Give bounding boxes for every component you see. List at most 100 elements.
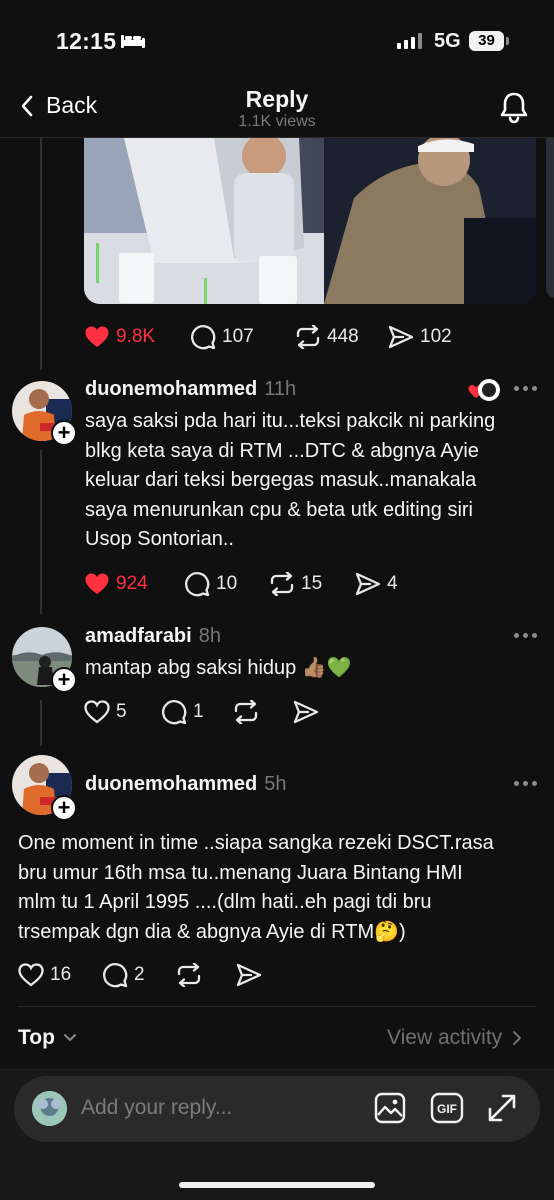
- reply-text: mantap abg saksi hidup 👍🏽💚: [85, 657, 352, 679]
- reply-composer[interactable]: Add your reply... GIF: [14, 1076, 540, 1142]
- image-icon[interactable]: [374, 1092, 406, 1124]
- photo-illustration: [84, 138, 536, 304]
- repost-icon: [296, 325, 320, 349]
- user-avatar: [32, 1091, 67, 1126]
- comment-button[interactable]: 2: [102, 962, 176, 988]
- thread-line: [40, 450, 42, 614]
- signal-icon: [397, 33, 422, 49]
- comment-count: 2: [134, 964, 145, 985]
- more-icon[interactable]: [514, 386, 537, 391]
- gif-icon[interactable]: GIF: [430, 1092, 464, 1124]
- bell-icon[interactable]: [498, 90, 530, 124]
- username: duonemohammed: [85, 773, 258, 795]
- repost-count: 15: [301, 573, 323, 594]
- views-count: 1.1K views: [238, 113, 316, 130]
- comment-count: 10: [216, 573, 238, 594]
- more-icon[interactable]: [514, 633, 537, 638]
- comment-icon: [185, 572, 210, 597]
- network-type: 5G: [434, 30, 461, 52]
- like-count: 5: [116, 701, 127, 722]
- divider: [18, 1006, 536, 1007]
- sort-label: Top: [18, 1026, 55, 1049]
- header: Back Reply 1.1K views: [0, 84, 554, 138]
- post-image[interactable]: [84, 138, 536, 304]
- repost-icon: [270, 572, 294, 596]
- repost-button[interactable]: [233, 700, 293, 724]
- like-button[interactable]: 9.8K: [84, 325, 190, 349]
- battery-tip: [506, 37, 509, 45]
- view-activity-link[interactable]: View activity: [387, 1026, 522, 1050]
- like-count: 924: [116, 573, 148, 594]
- reply-time: 11h: [264, 378, 297, 400]
- like-count: 9.8K: [116, 326, 156, 347]
- thread-line: [40, 138, 42, 370]
- expand-icon[interactable]: [486, 1092, 518, 1124]
- share-icon: [355, 572, 381, 596]
- follow-button[interactable]: +: [51, 420, 77, 446]
- author-liked-badge: [467, 379, 503, 408]
- comment-count: 1: [193, 701, 204, 722]
- reply-actions: 16 2: [18, 962, 262, 988]
- reply-text: One moment in time ..siapa sangka rezeki…: [18, 832, 494, 943]
- reply-actions: 924 10 15 4: [84, 571, 398, 597]
- share-button[interactable]: 4: [355, 572, 398, 596]
- like-button[interactable]: 5: [84, 700, 161, 724]
- comment-button[interactable]: 1: [161, 699, 233, 725]
- reply-time: 8h: [198, 625, 221, 647]
- like-button[interactable]: 16: [18, 963, 102, 987]
- home-indicator: [179, 1182, 375, 1188]
- svg-text:GIF: GIF: [437, 1102, 457, 1116]
- share-icon: [293, 700, 319, 724]
- comment-icon: [162, 700, 187, 725]
- reply-time: 5h: [264, 773, 287, 795]
- follow-button[interactable]: +: [51, 795, 77, 821]
- status-bar: 12:15 5G 39: [0, 0, 554, 84]
- share-button[interactable]: [293, 700, 319, 724]
- status-time: 12:15: [56, 28, 117, 54]
- username: amadfarabi: [85, 625, 192, 647]
- reply-text: saya saksi pda hari itu...teksi pakcik n…: [85, 410, 496, 550]
- page-title: Reply: [245, 86, 309, 112]
- more-icon[interactable]: [514, 781, 537, 786]
- share-count: 4: [387, 573, 398, 594]
- like-button[interactable]: 924: [84, 572, 184, 596]
- comment-icon: [191, 325, 216, 350]
- share-icon: [236, 963, 262, 987]
- comment-button[interactable]: 107: [190, 324, 295, 350]
- repost-icon: [234, 700, 258, 724]
- heart-icon: [85, 573, 109, 594]
- heart-icon: [468, 379, 500, 401]
- comment-icon: [103, 963, 128, 988]
- view-activity-label: View activity: [387, 1026, 503, 1049]
- comment-count: 107: [222, 326, 254, 347]
- repost-icon: [177, 963, 201, 987]
- chevron-right-icon: [513, 1031, 522, 1045]
- repost-button[interactable]: 15: [269, 572, 355, 596]
- reply-actions: 5 1: [84, 699, 319, 725]
- comment-button[interactable]: 10: [184, 571, 269, 597]
- sort-dropdown[interactable]: Top: [18, 1026, 77, 1050]
- repost-button[interactable]: 448: [295, 325, 388, 349]
- reply-author[interactable]: duonemohammed 11h: [85, 378, 296, 401]
- bed-icon: [121, 35, 145, 48]
- share-count: 102: [420, 326, 452, 347]
- share-icon: [388, 325, 414, 349]
- post-image-2[interactable]: [546, 138, 554, 298]
- battery-icon: 39: [469, 31, 504, 51]
- heart-icon: [85, 326, 109, 347]
- chevron-down-icon: [63, 1034, 76, 1041]
- thread-line: [40, 700, 42, 746]
- avatar-photo: [32, 1091, 67, 1126]
- repost-button[interactable]: [176, 963, 236, 987]
- heart-icon: [84, 700, 110, 724]
- heart-icon: [18, 963, 44, 987]
- reply-input[interactable]: Add your reply...: [81, 1096, 232, 1120]
- repost-count: 448: [327, 326, 359, 347]
- follow-button[interactable]: +: [51, 667, 77, 693]
- reply-author[interactable]: duonemohammed 5h: [85, 773, 287, 796]
- share-button[interactable]: 102: [388, 325, 452, 349]
- share-button[interactable]: [236, 963, 262, 987]
- username: duonemohammed: [85, 378, 258, 400]
- reply-author[interactable]: amadfarabi 8h: [85, 625, 221, 648]
- post-actions: 9.8K 107 448 102: [84, 324, 452, 350]
